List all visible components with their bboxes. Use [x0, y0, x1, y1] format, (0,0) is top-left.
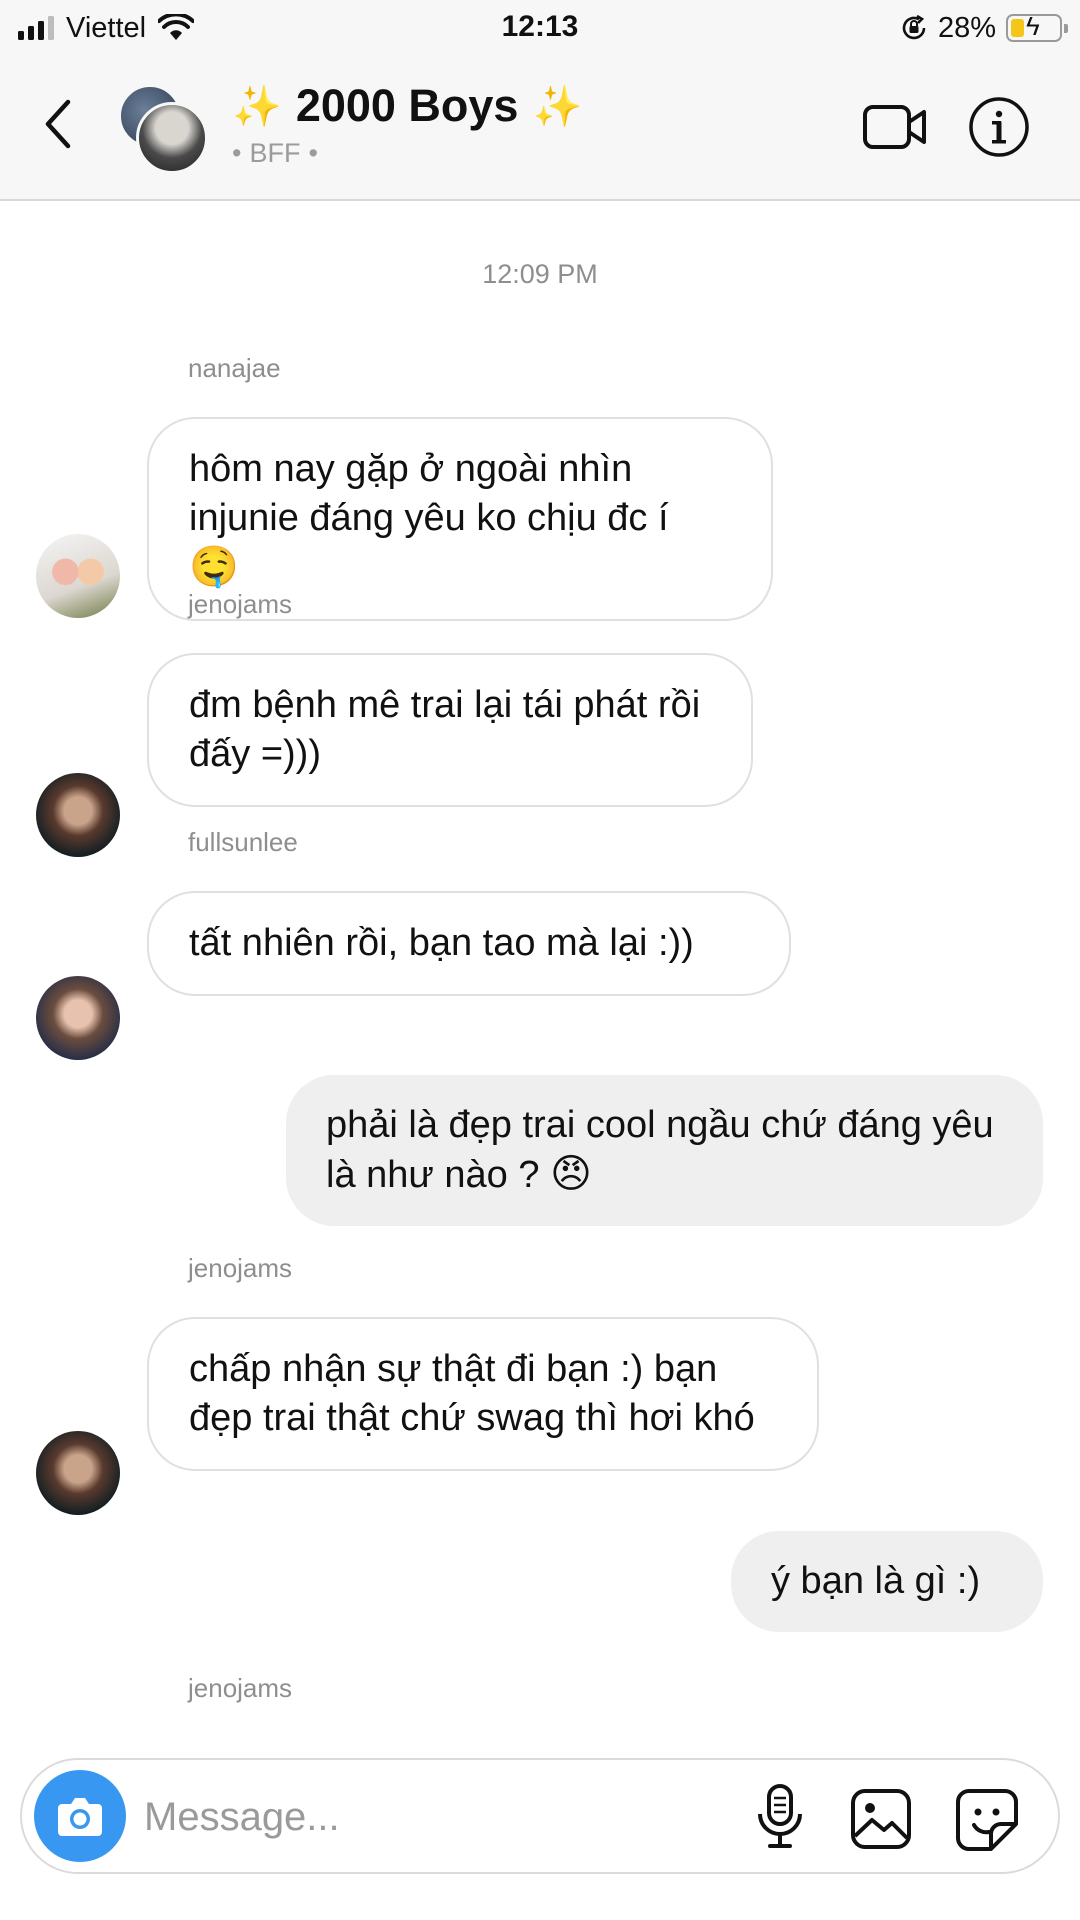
sender-name: nanajae [188, 353, 281, 383]
message-bubble-incoming[interactable]: tất nhiên rồi, bạn tao mà lại :)) [147, 891, 791, 996]
video-call-icon[interactable] [862, 102, 928, 152]
camera-button[interactable] [34, 1770, 126, 1862]
camera-icon [58, 1798, 102, 1836]
subtitle-separator: • [232, 138, 242, 168]
message-thread[interactable]: 12:09 PM nanajae hôm nay gặp ở ngoài nhì… [0, 203, 1080, 1733]
group-avatar-front [136, 102, 208, 174]
chat-title-block[interactable]: ✨ 2000 Boys ✨ • BFF • [232, 80, 582, 169]
message-bubble-outgoing[interactable]: phải là đẹp trai cool ngầu chứ đáng yêu … [286, 1075, 1043, 1226]
gallery-icon[interactable] [850, 1788, 912, 1850]
back-icon[interactable] [38, 94, 78, 154]
message-bubble-incoming[interactable]: chấp nhận sự thật đi bạn :) bạn đẹp trai… [147, 1317, 819, 1471]
chat-title-text: 2000 Boys [295, 80, 519, 131]
sparkles-icon: ✨ [532, 84, 583, 129]
sparkles-icon: ✨ [232, 84, 282, 129]
avatar[interactable] [36, 773, 120, 857]
avatar[interactable] [36, 976, 120, 1060]
message-text: tất nhiên rồi, bạn tao mà lại :)) [189, 922, 694, 964]
chat-header: ✨ 2000 Boys ✨ • BFF • [0, 56, 1080, 201]
group-avatar[interactable] [118, 84, 208, 174]
message-text: ý bạn là gì :) [771, 1560, 981, 1602]
battery-percent: 28% [937, 11, 996, 44]
message-text: chấp nhận sự thật đi bạn :) bạn đẹp trai… [189, 1348, 755, 1439]
avatar[interactable] [36, 1431, 120, 1515]
message-bubble-incoming[interactable]: đm bệnh mê trai lại tái phát rồi đấy =))… [147, 653, 753, 807]
battery-charging-icon: ϟ [1006, 11, 1068, 42]
orientation-lock-icon [902, 14, 926, 40]
subtitle-separator: • [308, 138, 318, 168]
message-input[interactable] [144, 1788, 584, 1846]
sender-name: fullsunlee [188, 827, 298, 857]
status-bar: Viettel 12:13 28% ϟ [0, 0, 1080, 56]
chat-subtitle: • BFF • [232, 138, 582, 169]
angry-face-emoji: 😠 [550, 1151, 592, 1197]
message-text: phải là đẹp trai cool ngầu chứ đáng yêu … [326, 1104, 994, 1196]
sender-name: jenojams [188, 1253, 293, 1283]
message-composer [20, 1758, 1060, 1874]
avatar[interactable] [36, 534, 120, 618]
sticker-icon[interactable] [955, 1788, 1019, 1852]
charging-bolt-icon: ϟ [1026, 11, 1040, 41]
chat-title: ✨ 2000 Boys ✨ [232, 80, 582, 132]
subtitle-text: BFF [249, 138, 301, 168]
battery-level-fill [1011, 19, 1024, 37]
chat-screen: Viettel 12:13 28% ϟ ✨ 2000 Boys ✨ • BFF … [0, 0, 1080, 1920]
status-right: 28% ϟ [900, 10, 1068, 46]
sender-name: jenojams [188, 1673, 293, 1703]
info-icon[interactable] [968, 96, 1030, 158]
sender-name: jenojams [188, 589, 293, 619]
message-text: đm bệnh mê trai lại tái phát rồi đấy =))… [189, 684, 701, 775]
message-bubble-outgoing[interactable]: ý bạn là gì :) [731, 1531, 1043, 1632]
microphone-icon[interactable] [752, 1782, 808, 1852]
message-text: hôm nay gặp ở ngoài nhìn injunie đáng yê… [189, 448, 669, 539]
thread-timestamp: 12:09 PM [482, 259, 598, 289]
drooling-face-emoji: 🤤 [189, 544, 239, 590]
